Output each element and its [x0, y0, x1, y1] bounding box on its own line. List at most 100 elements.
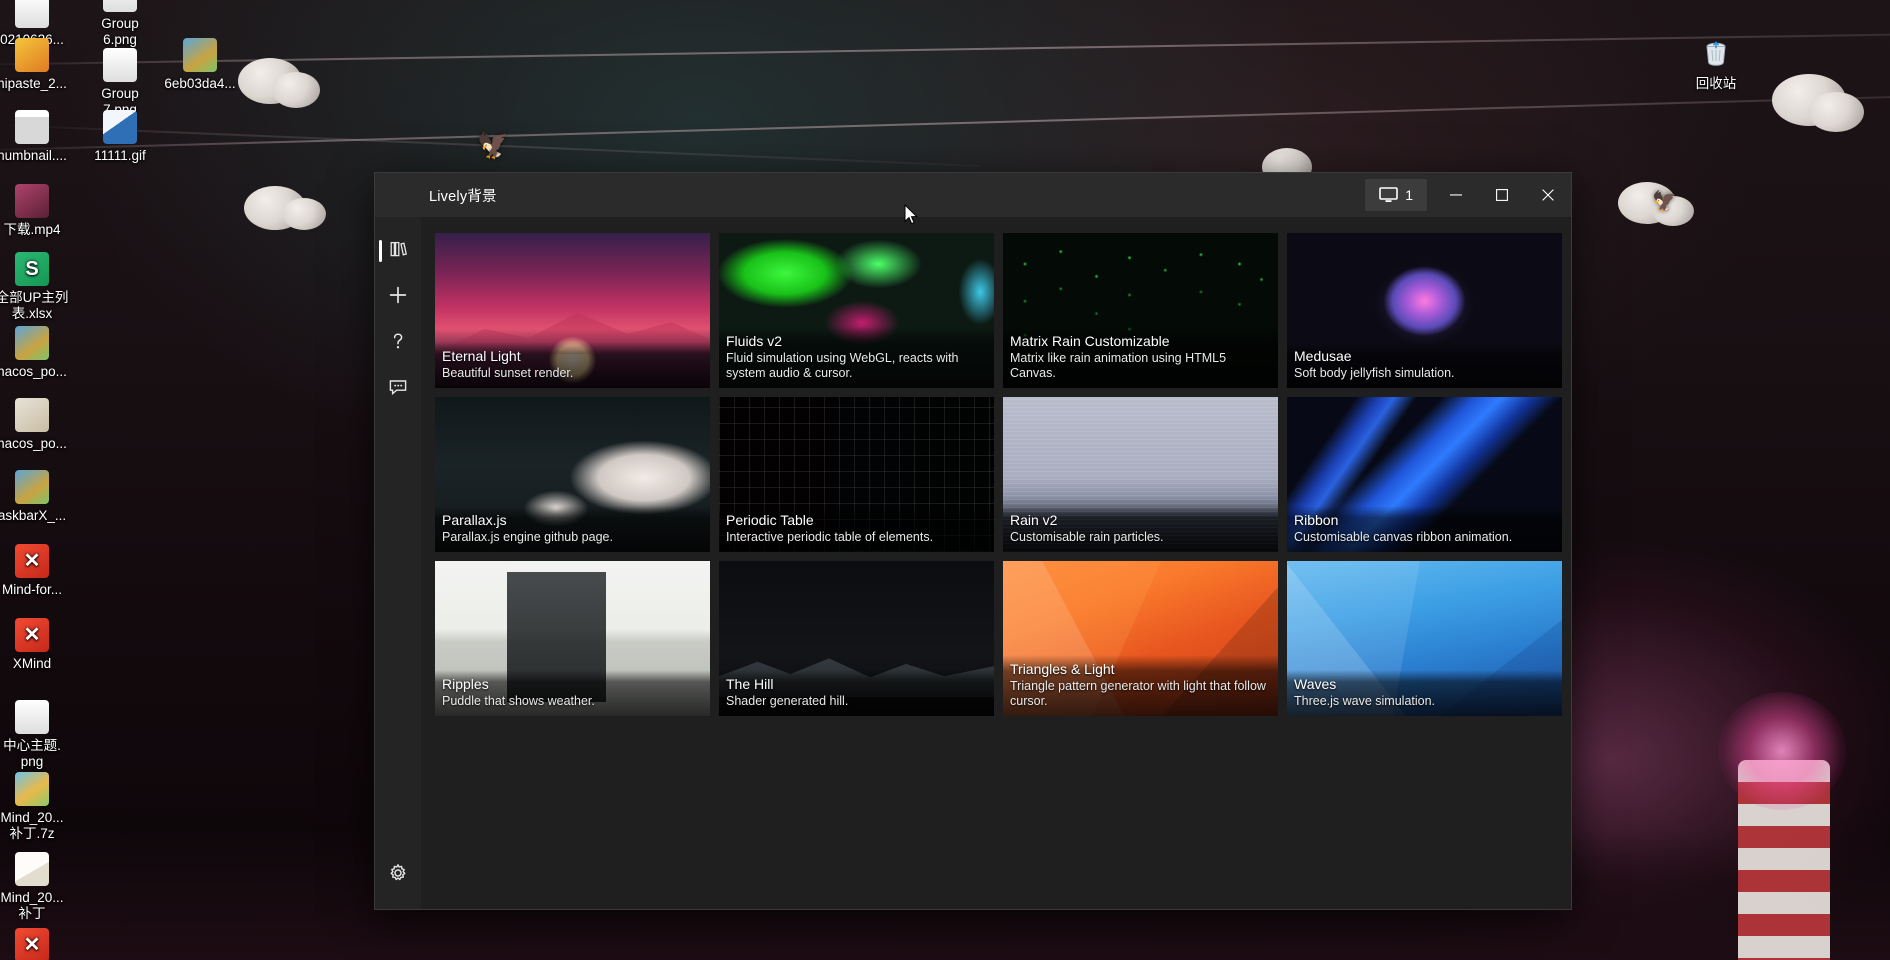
- sidebar-item-help[interactable]: [378, 323, 418, 363]
- desktop-icon-xmind-file[interactable]: ✕ Mind-for...: [0, 544, 80, 598]
- wallpaper-caption: RibbonCustomisable canvas ribbon animati…: [1287, 506, 1562, 552]
- wallpaper-caption: MedusaeSoft body jellyfish simulation.: [1287, 342, 1562, 388]
- pdf-file-icon: [15, 398, 49, 432]
- sidebar-rail: [375, 217, 421, 909]
- wallpaper-description: Interactive periodic table of elements.: [726, 530, 987, 545]
- desktop-icon-image-file[interactable]: 6eb03da4...: [152, 38, 248, 92]
- desktop-icon-label: Mind-for...: [2, 582, 62, 597]
- window-title: Lively背景: [429, 185, 497, 206]
- wallpaper-card[interactable]: WavesThree.js wave simulation.: [1287, 561, 1562, 716]
- gear-icon: [388, 863, 408, 888]
- wallpaper-caption: Triangles & LightTriangle pattern genera…: [1003, 655, 1278, 716]
- sidebar-item-settings[interactable]: [378, 855, 418, 895]
- video-file-icon: [15, 184, 49, 218]
- wallpaper-card[interactable]: RibbonCustomisable canvas ribbon animati…: [1287, 397, 1562, 552]
- wallpaper-title: Medusae: [1294, 348, 1555, 365]
- wallpaper-card[interactable]: Matrix Rain CustomizableMatrix like rain…: [1003, 233, 1278, 388]
- wallpaper-title: Rain v2: [1010, 512, 1271, 529]
- wallpaper-title: Ripples: [442, 676, 703, 693]
- image-file-icon: [183, 38, 217, 72]
- wallpaper-caption: Fluids v2Fluid simulation using WebGL, r…: [719, 327, 994, 388]
- wallpaper-description: Triangle pattern generator with light th…: [1010, 679, 1271, 709]
- cloud-decoration: [272, 72, 320, 108]
- desktop-icon-image-file[interactable]: askbarX_...: [0, 470, 80, 524]
- archive-file-icon: [15, 772, 49, 806]
- speech-bubble-icon: [388, 378, 408, 401]
- window-body: Eternal LightBeautiful sunset render.Flu…: [375, 217, 1571, 909]
- desktop-icon-image-file[interactable]: nacos_po...: [0, 326, 80, 380]
- wallpaper-card[interactable]: RipplesPuddle that shows weather.: [435, 561, 710, 716]
- desktop-icon-pdf-file[interactable]: nacos_po...: [0, 398, 80, 452]
- wallpaper-caption: Periodic TableInteractive periodic table…: [719, 506, 994, 552]
- desktop-icon-image-file[interactable]: humbnail....: [0, 110, 80, 164]
- recycle-bin-icon: [1699, 38, 1733, 72]
- xmind-file-icon: ✕: [15, 544, 49, 578]
- lighthouse-glow: [1718, 692, 1846, 810]
- desktop-icon-folder[interactable]: Mind_20... 补丁: [0, 852, 80, 922]
- png-file-icon: [103, 48, 137, 82]
- wallpaper-description: Fluid simulation using WebGL, reacts wit…: [726, 351, 987, 381]
- wallpaper-description: Customisable canvas ribbon animation.: [1294, 530, 1555, 545]
- desktop-icon-label: nipaste_2...: [0, 76, 67, 91]
- desktop-icon-video-file[interactable]: 下载.mp4: [0, 184, 80, 238]
- desktop-icon-label: 全部UP主列 表.xlsx: [0, 290, 68, 321]
- desktop-icon-png-file[interactable]: 中心主题. png: [0, 700, 80, 770]
- minimize-button[interactable]: [1433, 173, 1479, 217]
- desktop-icon-label: 中心主题. png: [3, 738, 61, 769]
- excel-file-icon: S: [15, 252, 49, 286]
- wallpaper-description: Matrix like rain animation using HTML5 C…: [1010, 351, 1271, 381]
- desktop-icon-recycle-bin[interactable]: 回收站: [1668, 38, 1764, 92]
- sidebar-item-add[interactable]: [378, 277, 418, 317]
- close-button[interactable]: [1525, 173, 1571, 217]
- wallpaper-card[interactable]: MedusaeSoft body jellyfish simulation.: [1287, 233, 1562, 388]
- wallpaper-card[interactable]: The HillShader generated hill.: [719, 561, 994, 716]
- wallpaper-description: Puddle that shows weather.: [442, 694, 703, 709]
- desktop-icon-xmind-app[interactable]: ✕XMind: [0, 618, 80, 672]
- desktop-icon-excel-file[interactable]: S 全部UP主列 表.xlsx: [0, 252, 80, 322]
- wallpaper-description: Three.js wave simulation.: [1294, 694, 1555, 709]
- wallpaper-title: Fluids v2: [726, 333, 987, 350]
- desktop-icon-label: XMind: [13, 656, 51, 671]
- lively-wallpaper-window[interactable]: Lively背景 1: [374, 172, 1572, 910]
- wallpaper-caption: The HillShader generated hill.: [719, 670, 994, 716]
- desktop-icon-label: Mind_20... 补丁: [0, 890, 63, 921]
- wallpaper-description: Soft body jellyfish simulation.: [1294, 366, 1555, 381]
- wallpaper-card[interactable]: Eternal LightBeautiful sunset render.: [435, 233, 710, 388]
- wallpaper-title: Parallax.js: [442, 512, 703, 529]
- wallpaper-title: Triangles & Light: [1010, 661, 1271, 678]
- desktop-icon-label: nacos_po...: [0, 436, 67, 451]
- xmind-file-icon: ✕: [15, 928, 49, 960]
- png-file-icon: [15, 0, 49, 28]
- desktop-icon-xmind-file[interactable]: ✕电访.mm: [0, 928, 80, 960]
- image-file-icon: [15, 110, 49, 144]
- desktop-icon-gif-file[interactable]: 11111.gif: [72, 110, 168, 164]
- desktop-icon-label: humbnail....: [0, 148, 67, 163]
- wallpaper-description: Beautiful sunset render.: [442, 366, 703, 381]
- wallpaper-card[interactable]: Triangles & LightTriangle pattern genera…: [1003, 561, 1278, 716]
- folder-icon: [15, 852, 49, 886]
- sidebar-item-library[interactable]: [378, 231, 418, 271]
- wallpaper-description: Shader generated hill.: [726, 694, 987, 709]
- monitor-selector-button[interactable]: 1: [1365, 179, 1427, 211]
- desktop-icon-image-file[interactable]: nipaste_2...: [0, 38, 80, 92]
- desktop-icon-archive-file[interactable]: Mind_20... 补丁.7z: [0, 772, 80, 842]
- wallpaper-card[interactable]: Parallax.jsParallax.js engine github pag…: [435, 397, 710, 552]
- desktop-icon-label: nacos_po...: [0, 364, 67, 379]
- cloud-decoration: [282, 198, 326, 230]
- image-file-icon: [15, 326, 49, 360]
- cloud-decoration: [1772, 74, 1846, 126]
- wallpaper-card[interactable]: Periodic TableInteractive periodic table…: [719, 397, 994, 552]
- wallpaper-caption: RipplesPuddle that shows weather.: [435, 670, 710, 716]
- desktop-icon-label: Mind_20... 补丁.7z: [0, 810, 63, 841]
- monitor-icon: [1379, 187, 1398, 203]
- desktop: 🦅 🦅 🦅 0210626...Group 6.pngnipaste_2...G…: [0, 0, 1890, 960]
- plus-icon: [388, 285, 408, 310]
- sidebar-item-feedback[interactable]: [378, 369, 418, 409]
- window-titlebar[interactable]: Lively背景 1: [375, 173, 1571, 217]
- maximize-button[interactable]: [1479, 173, 1525, 217]
- wallpaper-title: The Hill: [726, 676, 987, 693]
- wallpaper-card[interactable]: Fluids v2Fluid simulation using WebGL, r…: [719, 233, 994, 388]
- desktop-icon-label: 下载.mp4: [3, 222, 60, 237]
- wallpaper-title: Ribbon: [1294, 512, 1555, 529]
- wallpaper-card[interactable]: Rain v2Customisable rain particles.: [1003, 397, 1278, 552]
